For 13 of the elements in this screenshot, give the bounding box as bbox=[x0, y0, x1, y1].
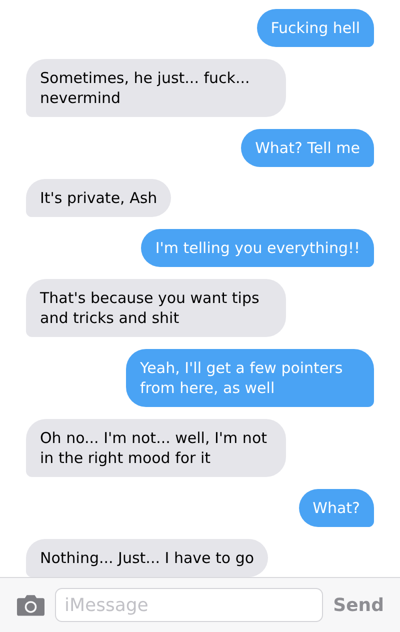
received-message-bubble: Sometimes, he just... fuck... nevermind bbox=[26, 59, 286, 117]
camera-icon[interactable] bbox=[16, 593, 46, 617]
sent-message-bubble: I'm telling you everything!! bbox=[141, 229, 374, 267]
sent-message-bubble: What? bbox=[298, 489, 374, 527]
received-message-bubble: Nothing... Just... I have to go bbox=[26, 539, 268, 577]
received-message-bubble: That's because you want tips and tricks and shit bbox=[26, 279, 286, 337]
received-message-bubble: Oh no... I'm not... well, I'm not in the right mood for it bbox=[26, 419, 286, 477]
sent-message-bubble: Fucking hell bbox=[256, 9, 374, 47]
received-message-bubble: It's private, Ash bbox=[26, 179, 172, 217]
sent-message-bubble: What? Tell me bbox=[241, 129, 374, 167]
send-button[interactable]: Send bbox=[333, 592, 384, 618]
sent-message-bubble: Yeah, I'll get a few pointers from here, as well bbox=[126, 349, 374, 407]
message-input-field[interactable]: iMessage bbox=[55, 588, 324, 622]
